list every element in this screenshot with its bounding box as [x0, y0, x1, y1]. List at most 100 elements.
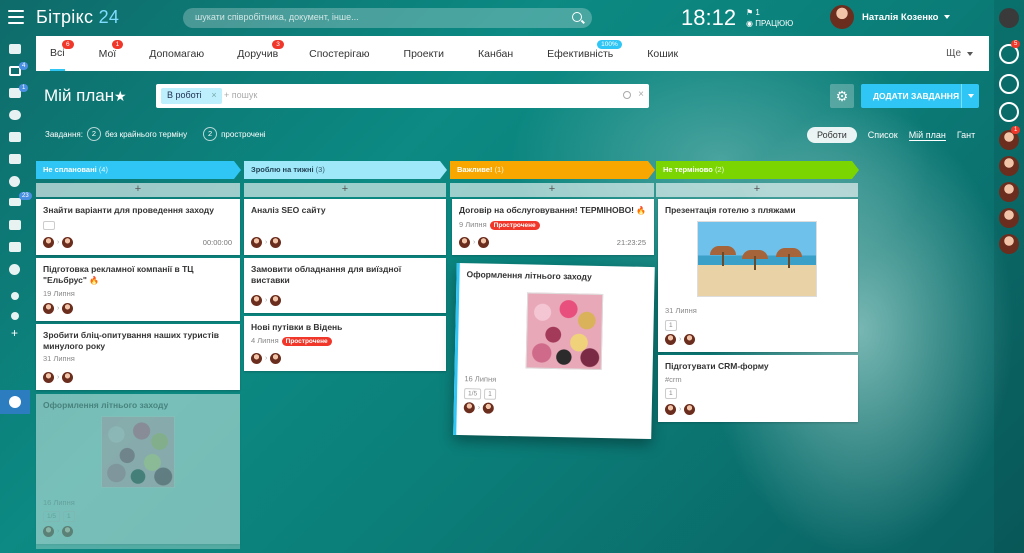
contact-avatar[interactable] [999, 182, 1019, 202]
avatar [43, 237, 54, 248]
no-deadline-label[interactable]: без крайнього терміну [105, 130, 187, 139]
tab-mine[interactable]: Мої 1 [98, 36, 124, 71]
avatar [684, 334, 696, 345]
add-task-button[interactable]: ДОДАТИ ЗАВДАННЯ [861, 84, 979, 108]
contacts-icon[interactable] [9, 242, 21, 252]
arrow-icon: › [679, 336, 682, 343]
tab-label: Мої [98, 47, 117, 60]
task-card[interactable]: Підготовка рекламної компанії в ТЦ "Ельб… [36, 258, 240, 321]
tab-more[interactable]: Ще [946, 36, 973, 71]
calendar-icon [43, 220, 55, 230]
tab-label: Канбан [477, 47, 514, 60]
arrow-icon: › [57, 239, 60, 246]
files-count: 1 [665, 387, 677, 399]
no-deadline-count[interactable]: 2 [86, 127, 101, 141]
tasks-tabs: Всі 6 Мої 1 Допомагаю Доручив 3 Спостерігаю… [36, 36, 989, 71]
star-icon[interactable]: ★ [114, 88, 127, 105]
avatar [251, 353, 262, 364]
files-count: 1 [63, 511, 75, 522]
task-card[interactable]: Нові путівки в Відень 4 Липня Прострочене… [244, 316, 446, 371]
search-icon[interactable] [623, 91, 631, 99]
clock-icon[interactable] [9, 176, 20, 187]
settings-button[interactable]: ⚙ [830, 84, 854, 108]
tab-projects[interactable]: Проекти [404, 36, 444, 71]
filter-icon[interactable] [9, 198, 21, 206]
tab-trash[interactable]: Кошик [647, 36, 678, 71]
overdue-label[interactable]: прострочені [221, 130, 265, 139]
feed-icon[interactable] [9, 44, 21, 54]
active-app-icon[interactable] [0, 390, 30, 414]
column-header[interactable]: Важливе! (1) [450, 161, 655, 179]
search-input[interactable]: шукати співробітника, документ, інше... [183, 8, 592, 28]
search-placeholder: шукати співробітника, документ, інше... [195, 12, 359, 22]
search-icon[interactable] [572, 12, 582, 22]
arrow-icon: › [265, 239, 268, 246]
card-people: › [43, 526, 74, 537]
contact-avatar[interactable] [999, 156, 1019, 176]
calendar-icon[interactable] [9, 154, 21, 164]
add-card-button[interactable]: + [656, 183, 858, 197]
column-header[interactable]: Не терміново (2) [656, 161, 859, 179]
employees-icon[interactable] [9, 110, 21, 120]
view-gantt[interactable]: Гант [957, 130, 975, 140]
task-card[interactable]: Аналіз SEO сайту › [244, 199, 446, 255]
overdue-badge: Прострочене [489, 220, 540, 230]
tab-kanban[interactable]: Канбан [478, 36, 513, 71]
close-icon[interactable]: × [211, 90, 216, 100]
card-chips: 1 [665, 387, 851, 399]
contact-avatar[interactable] [999, 208, 1019, 228]
settings-icon[interactable] [999, 102, 1019, 122]
column-header[interactable]: Зроблю на тижні (3) [244, 161, 447, 179]
card-chips: 1 [665, 320, 680, 331]
add-card-button[interactable]: + [36, 183, 240, 197]
filter-chip-label: В роботі [167, 90, 202, 100]
column-header[interactable]: Не сплановані (4) [36, 161, 241, 179]
view-list[interactable]: Список [868, 130, 898, 140]
task-card[interactable]: Договір на обслуговування! ТЕРМІНОВО! 🔥 … [452, 199, 654, 255]
tab-efficiency[interactable]: Ефективність 100% [547, 36, 622, 71]
logo[interactable]: Бітрікс 24 [36, 7, 119, 28]
dragging-task-card[interactable]: Оформлення літнього заходу 16 Липня 1/5 1… [453, 262, 655, 440]
tab-label: Всі [50, 46, 65, 59]
add-card-button[interactable]: + [244, 183, 446, 197]
files-count: 1 [665, 320, 677, 331]
contact-avatar[interactable] [999, 234, 1019, 254]
tab-watching[interactable]: Спостерігаю [309, 36, 369, 71]
menu-icon[interactable] [8, 10, 24, 24]
filter-search[interactable]: В роботі × + пошук × [156, 84, 649, 108]
plus-icon[interactable]: + [11, 326, 18, 340]
tab-assigned[interactable]: Доручив 3 [237, 36, 284, 71]
user-menu[interactable]: Наталія Козенко [830, 5, 951, 29]
close-icon[interactable]: × [638, 89, 644, 100]
task-card[interactable]: Підготувати CRM-форму #crm 1 › [658, 355, 858, 422]
filter-chip[interactable]: В роботі × [161, 88, 222, 104]
work-status[interactable]: ⚑ 1 ◉ ПРАЦЮЮ [746, 7, 793, 29]
task-card[interactable]: Замовити обладнання для виїздної виставк… [244, 258, 446, 313]
card-tag[interactable]: #crm [665, 375, 851, 384]
chevron-circle-icon[interactable] [9, 264, 20, 275]
sitemap-icon[interactable] [11, 292, 19, 300]
view-my-plan[interactable]: Мій план [908, 130, 946, 141]
column-count: (2) [714, 165, 725, 174]
add-task-dropdown[interactable] [961, 84, 979, 108]
filter-input[interactable]: + пошук [224, 90, 257, 100]
task-card[interactable]: Знайти варіанти для проведення заходу › … [36, 199, 240, 255]
view-kanban[interactable]: Роботи [807, 127, 857, 143]
tab-all[interactable]: Всі 6 [50, 36, 74, 71]
card-date: 31 Липня [665, 306, 697, 315]
task-card[interactable]: Зробити бліц-опитування наших туристів м… [36, 324, 240, 390]
task-card[interactable]: Презентація готелю з пляжами 31 Липня 1 … [658, 199, 858, 352]
avatar [270, 237, 282, 248]
cart-icon[interactable] [9, 220, 21, 230]
overdue-count[interactable]: 2 [203, 127, 218, 141]
drive-icon[interactable] [9, 132, 21, 142]
add-card-button[interactable]: + [450, 183, 654, 197]
chevron-down-icon [968, 94, 974, 98]
tab-helping[interactable]: Допомагаю [149, 36, 204, 71]
card-date: 9 Липня [459, 219, 487, 229]
gear-icon[interactable] [11, 312, 19, 320]
search-icon[interactable] [999, 74, 1019, 94]
help-icon[interactable] [999, 8, 1019, 28]
card-people: › [43, 303, 74, 314]
avatar [684, 404, 696, 415]
